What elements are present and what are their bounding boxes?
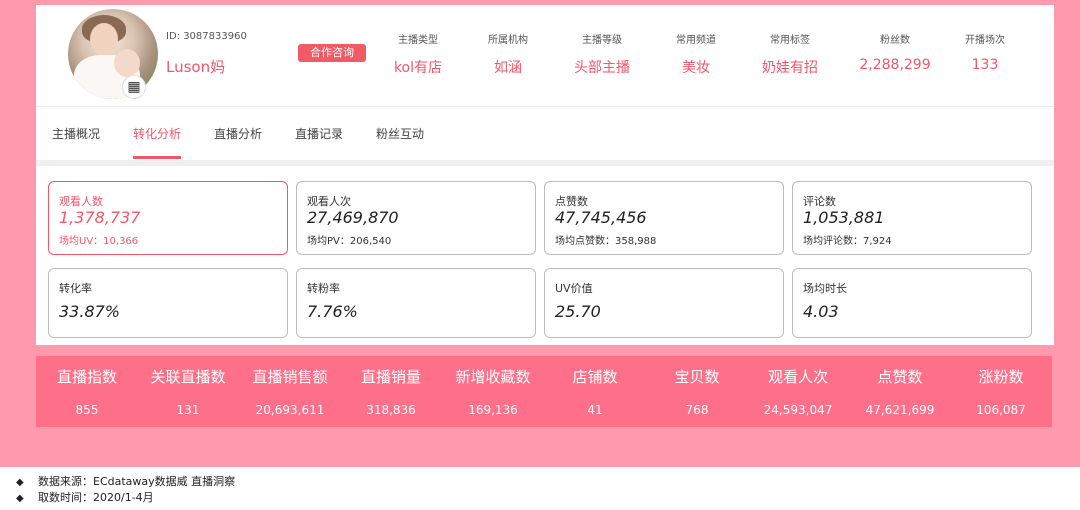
metric-likes[interactable]: 点赞数 47,745,456 场均点赞数：358,988 (544, 181, 784, 255)
anchor-name: Luson妈 (166, 58, 226, 76)
data-source-note: ◆ 数据来源：ECdataway数据威 直播洞察 (16, 475, 236, 488)
tab-fan-interaction[interactable]: 粉丝互动 (376, 125, 424, 142)
live-stats-band: 直播指数 855 关联直播数 131 直播销售额 20,693,611 直播销量… (36, 356, 1052, 427)
metric-fan-rate[interactable]: 转粉率 7.76% (296, 268, 536, 338)
tab-live-records[interactable]: 直播记录 (295, 125, 343, 142)
anchor-id: ID: 3087833960 (166, 31, 247, 42)
anchor-profile-card: ▦ ID: 3087833960 Luson妈 合作咨询 主播类型 kol有店 … (36, 5, 1054, 345)
diamond-bullet-icon: ◆ (16, 493, 24, 504)
metric-avg-duration[interactable]: 场均时长 4.03 (792, 268, 1032, 338)
metric-viewers[interactable]: 观看人数 1,378,737 场均UV：10,366 (48, 181, 288, 255)
tab-live-analysis[interactable]: 直播分析 (214, 125, 262, 142)
consult-button[interactable]: 合作咨询 (298, 44, 366, 62)
metric-conversion-rate[interactable]: 转化率 33.87% (48, 268, 288, 338)
header-divider (36, 106, 1054, 107)
active-tab-indicator (133, 156, 181, 159)
metric-uv-value[interactable]: UV价值 25.70 (544, 268, 784, 338)
diamond-bullet-icon: ◆ (16, 477, 24, 488)
metric-views[interactable]: 观看人次 27,469,870 场均PV：206,540 (296, 181, 536, 255)
qr-code-icon[interactable]: ▦ (122, 75, 146, 99)
tab-separator (36, 160, 1054, 166)
tab-overview[interactable]: 主播概况 (52, 125, 100, 142)
tab-conversion[interactable]: 转化分析 (133, 125, 181, 142)
data-period-note: ◆ 取数时间：2020/1-4月 (16, 491, 154, 504)
metric-comments[interactable]: 评论数 1,053,881 场均评论数：7,924 (792, 181, 1032, 255)
